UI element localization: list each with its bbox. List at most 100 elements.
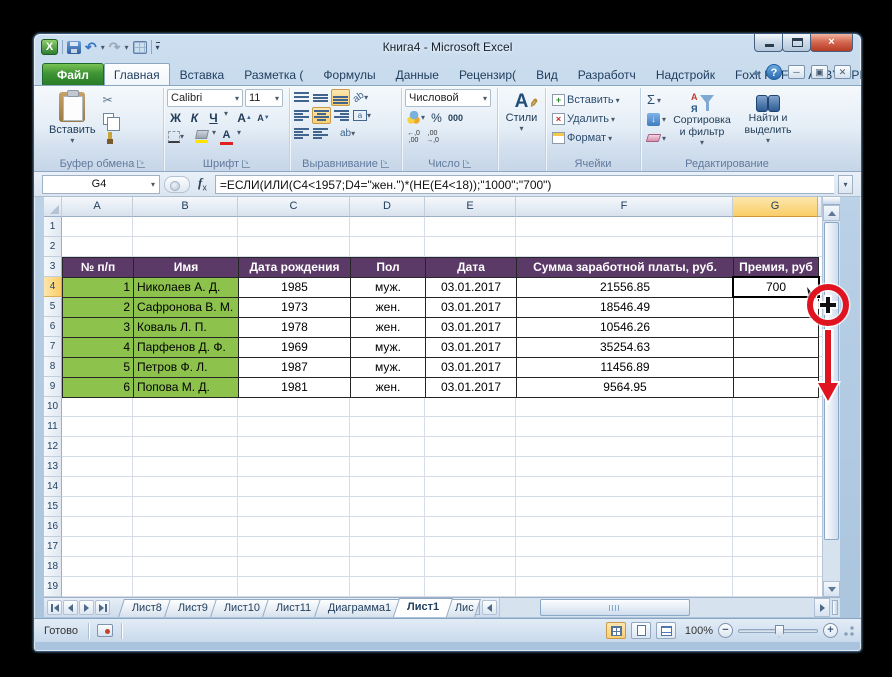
tab-insert[interactable]: Вставка (170, 63, 235, 85)
cell-e8[interactable]: 03.01.2017 (426, 358, 517, 378)
formula-input[interactable]: =ЕСЛИ(ИЛИ(C4<1957;D4="жен.")*(НЕ(E4<18))… (215, 175, 834, 194)
column-header-g[interactable]: G (733, 197, 818, 217)
name-box[interactable]: G4 ▾ (42, 175, 160, 194)
cell-a5[interactable]: 2 (63, 298, 134, 318)
accounting-format-button[interactable]: ▾ (405, 109, 426, 126)
dialog-launcher-icon[interactable] (381, 160, 389, 168)
insert-cells-button[interactable]: + Вставить▾ (549, 91, 637, 109)
split-handle[interactable] (823, 197, 840, 205)
tab-data[interactable]: Данные (386, 63, 449, 85)
cell-d7[interactable]: муж. (351, 338, 426, 358)
row-header[interactable]: 2 (44, 237, 62, 257)
help-icon[interactable]: ? (766, 64, 782, 80)
cell-g7[interactable] (734, 338, 819, 358)
header-cell[interactable]: № п/п (63, 258, 134, 278)
align-top-button[interactable] (293, 89, 310, 106)
clear-button[interactable]: ▾ (644, 129, 669, 147)
row-header-selected[interactable]: 4 (44, 277, 62, 297)
font-size-combobox[interactable]: 11▾ (245, 89, 283, 107)
header-cell[interactable]: Сумма заработной платы, руб. (517, 258, 734, 278)
align-center-button[interactable] (312, 107, 331, 124)
chevron-down-icon[interactable]: ▾ (151, 180, 155, 189)
vertical-scrollbar[interactable] (822, 197, 840, 597)
row-header[interactable]: 14 (44, 477, 62, 497)
row-header[interactable]: 8 (44, 357, 62, 377)
cell-c6[interactable]: 1978 (239, 318, 351, 338)
view-page-break-button[interactable] (656, 622, 676, 639)
cell-a4[interactable]: 1 (63, 278, 134, 298)
cell-c8[interactable]: 1987 (239, 358, 351, 378)
cell-d6[interactable]: жен. (351, 318, 426, 338)
format-cells-button[interactable]: Формат▾ (549, 129, 637, 147)
macro-record-icon[interactable] (97, 624, 113, 637)
horizontal-scroll-thumb[interactable] (540, 599, 690, 616)
row-header[interactable]: 10 (44, 397, 62, 417)
cell-f6[interactable]: 10546.26 (517, 318, 734, 338)
grow-font-button[interactable]: A▲ (236, 109, 253, 126)
insert-function-icon[interactable]: fx (194, 175, 211, 193)
view-page-layout-button[interactable] (631, 622, 651, 639)
tab-page-layout[interactable]: Разметка ( (234, 63, 313, 85)
zoom-level[interactable]: 100% (681, 625, 713, 637)
cell-b9[interactable]: Попова М. Д. (134, 378, 239, 398)
dialog-launcher-icon[interactable] (463, 160, 471, 168)
row-header[interactable]: 19 (44, 577, 62, 597)
cell-g8[interactable] (734, 358, 819, 378)
font-color-button[interactable]: А (218, 128, 235, 145)
view-normal-button[interactable] (606, 622, 626, 639)
row-header[interactable]: 16 (44, 517, 62, 537)
active-cell-border[interactable] (732, 276, 820, 298)
cell-f5[interactable]: 18546.49 (517, 298, 734, 318)
cell-b4[interactable]: Николаев А. Д. (134, 278, 239, 298)
tab-home[interactable]: Главная (104, 63, 170, 85)
header-cell[interactable]: Премия, руб (734, 258, 819, 278)
column-header-b[interactable]: B (133, 197, 238, 217)
increase-decimal-button[interactable]: ←,0,00 (405, 128, 422, 145)
font-name-combobox[interactable]: Calibri▾ (167, 89, 243, 107)
copy-button[interactable]: ▾ (100, 110, 123, 128)
cell-c9[interactable]: 1981 (239, 378, 351, 398)
comma-style-button[interactable]: 000 (447, 109, 464, 126)
row-header[interactable]: 5 (44, 297, 62, 317)
close-button[interactable]: × (810, 34, 853, 52)
header-cell[interactable]: Дата рождения (239, 258, 351, 278)
align-right-button[interactable] (333, 107, 350, 124)
minimize-button[interactable] (754, 34, 783, 52)
row-header[interactable]: 1 (44, 217, 62, 237)
workbook-minimize-icon[interactable]: ─ (788, 65, 805, 79)
scroll-up-icon[interactable] (823, 205, 840, 221)
tab-scroll-left-icon[interactable] (482, 600, 497, 615)
cell-f4[interactable]: 21556.85 (517, 278, 734, 298)
next-sheet-icon[interactable] (79, 600, 94, 615)
cell-e4[interactable]: 03.01.2017 (426, 278, 517, 298)
select-all-corner[interactable] (44, 197, 62, 217)
cell-b7[interactable]: Парфенов Д. Ф. (134, 338, 239, 358)
cell-g6[interactable] (734, 318, 819, 338)
italic-button[interactable]: К (186, 109, 203, 126)
merge-center-button[interactable]: a▾ (352, 107, 372, 124)
sheet-tab[interactable]: Диаграмма1 (314, 599, 405, 617)
cell-e9[interactable]: 03.01.2017 (426, 378, 517, 398)
cell-c7[interactable]: 1969 (239, 338, 351, 358)
increase-indent-button[interactable] (312, 125, 329, 142)
cell-g9[interactable] (734, 378, 819, 398)
tab-developer[interactable]: Разработч (568, 63, 646, 85)
cell-d5[interactable]: жен. (351, 298, 426, 318)
collapse-ribbon-icon[interactable] (752, 70, 760, 75)
number-format-combobox[interactable]: Числовой▾ (405, 89, 491, 107)
orientation-button[interactable]: ab▾ (352, 89, 369, 106)
dialog-launcher-icon[interactable] (242, 160, 250, 168)
row-header[interactable]: 7 (44, 337, 62, 357)
cell-b6[interactable]: Коваль Л. П. (134, 318, 239, 338)
fill-handle[interactable] (816, 294, 821, 299)
tab-view[interactable]: Вид (526, 63, 568, 85)
row-header[interactable]: 13 (44, 457, 62, 477)
tab-formulas[interactable]: Формулы (313, 63, 385, 85)
fill-color-button[interactable] (193, 128, 210, 145)
wrap-text-button[interactable]: ab▾ (339, 125, 356, 142)
prev-sheet-icon[interactable] (63, 600, 78, 615)
row-header[interactable]: 3 (44, 257, 62, 277)
cell-a8[interactable]: 5 (63, 358, 134, 378)
cell-c4[interactable]: 1985 (239, 278, 351, 298)
cell-d9[interactable]: жен. (351, 378, 426, 398)
